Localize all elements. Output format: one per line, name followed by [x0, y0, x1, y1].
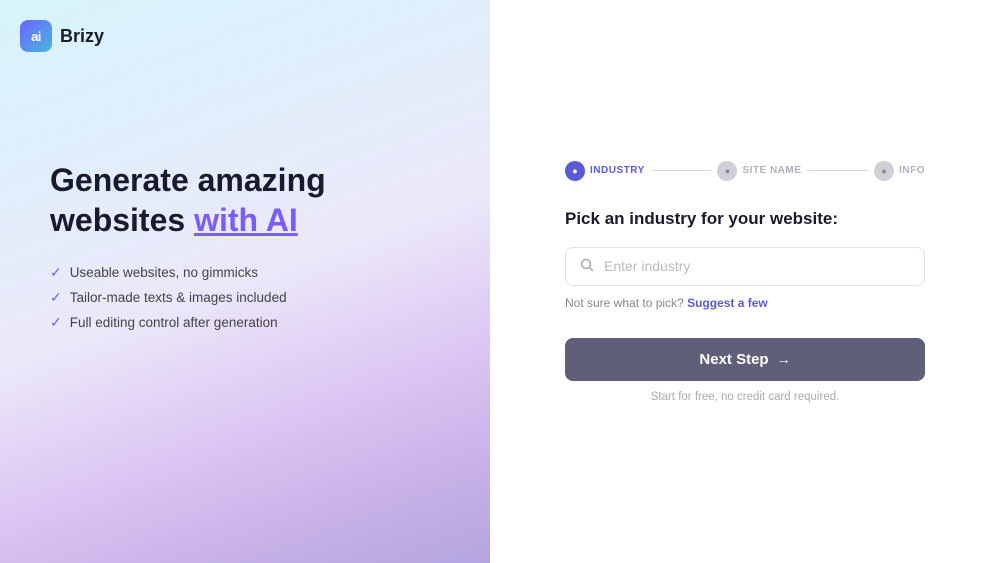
step-divider-2: [807, 170, 868, 172]
logo-name: Brizy: [60, 26, 104, 47]
hero-features-list: ✓ Useable websites, no gimmicks ✓ Tailor…: [50, 264, 326, 331]
step-circle-info: ●: [874, 161, 894, 181]
hero-highlight: with AI: [194, 202, 298, 238]
logo: ai Brizy: [20, 20, 104, 52]
suggest-link[interactable]: Suggest a few: [687, 296, 768, 310]
check-icon-2: ✓: [50, 289, 62, 306]
step-circle-industry: ●: [565, 161, 585, 181]
step-circle-sitename: ●: [717, 161, 737, 181]
step-label-sitename: SITE NAME: [742, 165, 801, 176]
search-box[interactable]: [565, 247, 925, 286]
feature-text-1: Useable websites, no gimmicks: [70, 265, 258, 280]
feature-item: ✓ Useable websites, no gimmicks: [50, 264, 326, 281]
industry-search-input[interactable]: [604, 258, 910, 274]
feature-item: ✓ Full editing control after generation: [50, 314, 326, 331]
step-sitename: ● SITE NAME: [717, 161, 801, 181]
step-industry: ● INDUSTRY: [565, 161, 645, 181]
right-panel: ● INDUSTRY ● SITE NAME ● INFO Pick an in…: [490, 0, 1000, 563]
check-icon-3: ✓: [50, 314, 62, 331]
steps-indicator: ● INDUSTRY ● SITE NAME ● INFO: [565, 161, 925, 181]
check-icon-1: ✓: [50, 264, 62, 281]
hero-content: Generate amazing websites with AI ✓ Usea…: [50, 160, 326, 331]
next-step-button[interactable]: Next Step →: [565, 338, 925, 381]
form-container: ● INDUSTRY ● SITE NAME ● INFO Pick an in…: [565, 161, 925, 403]
logo-icon: ai: [20, 20, 52, 52]
bottom-note: Start for free, no credit card required.: [565, 391, 925, 403]
feature-text-3: Full editing control after generation: [70, 315, 278, 330]
arrow-icon: →: [777, 351, 791, 367]
feature-text-2: Tailor-made texts & images included: [70, 290, 287, 305]
form-heading: Pick an industry for your website:: [565, 209, 925, 229]
step-info: ● INFO: [874, 161, 925, 181]
feature-item: ✓ Tailor-made texts & images included: [50, 289, 326, 306]
step-label-industry: INDUSTRY: [590, 165, 645, 176]
next-step-label: Next Step: [699, 351, 768, 368]
suggest-text: Not sure what to pick? Suggest a few: [565, 296, 925, 310]
step-divider-1: [651, 170, 712, 172]
hero-title: Generate amazing websites with AI: [50, 160, 326, 240]
step-label-info: INFO: [899, 165, 925, 176]
search-icon: [580, 258, 594, 275]
